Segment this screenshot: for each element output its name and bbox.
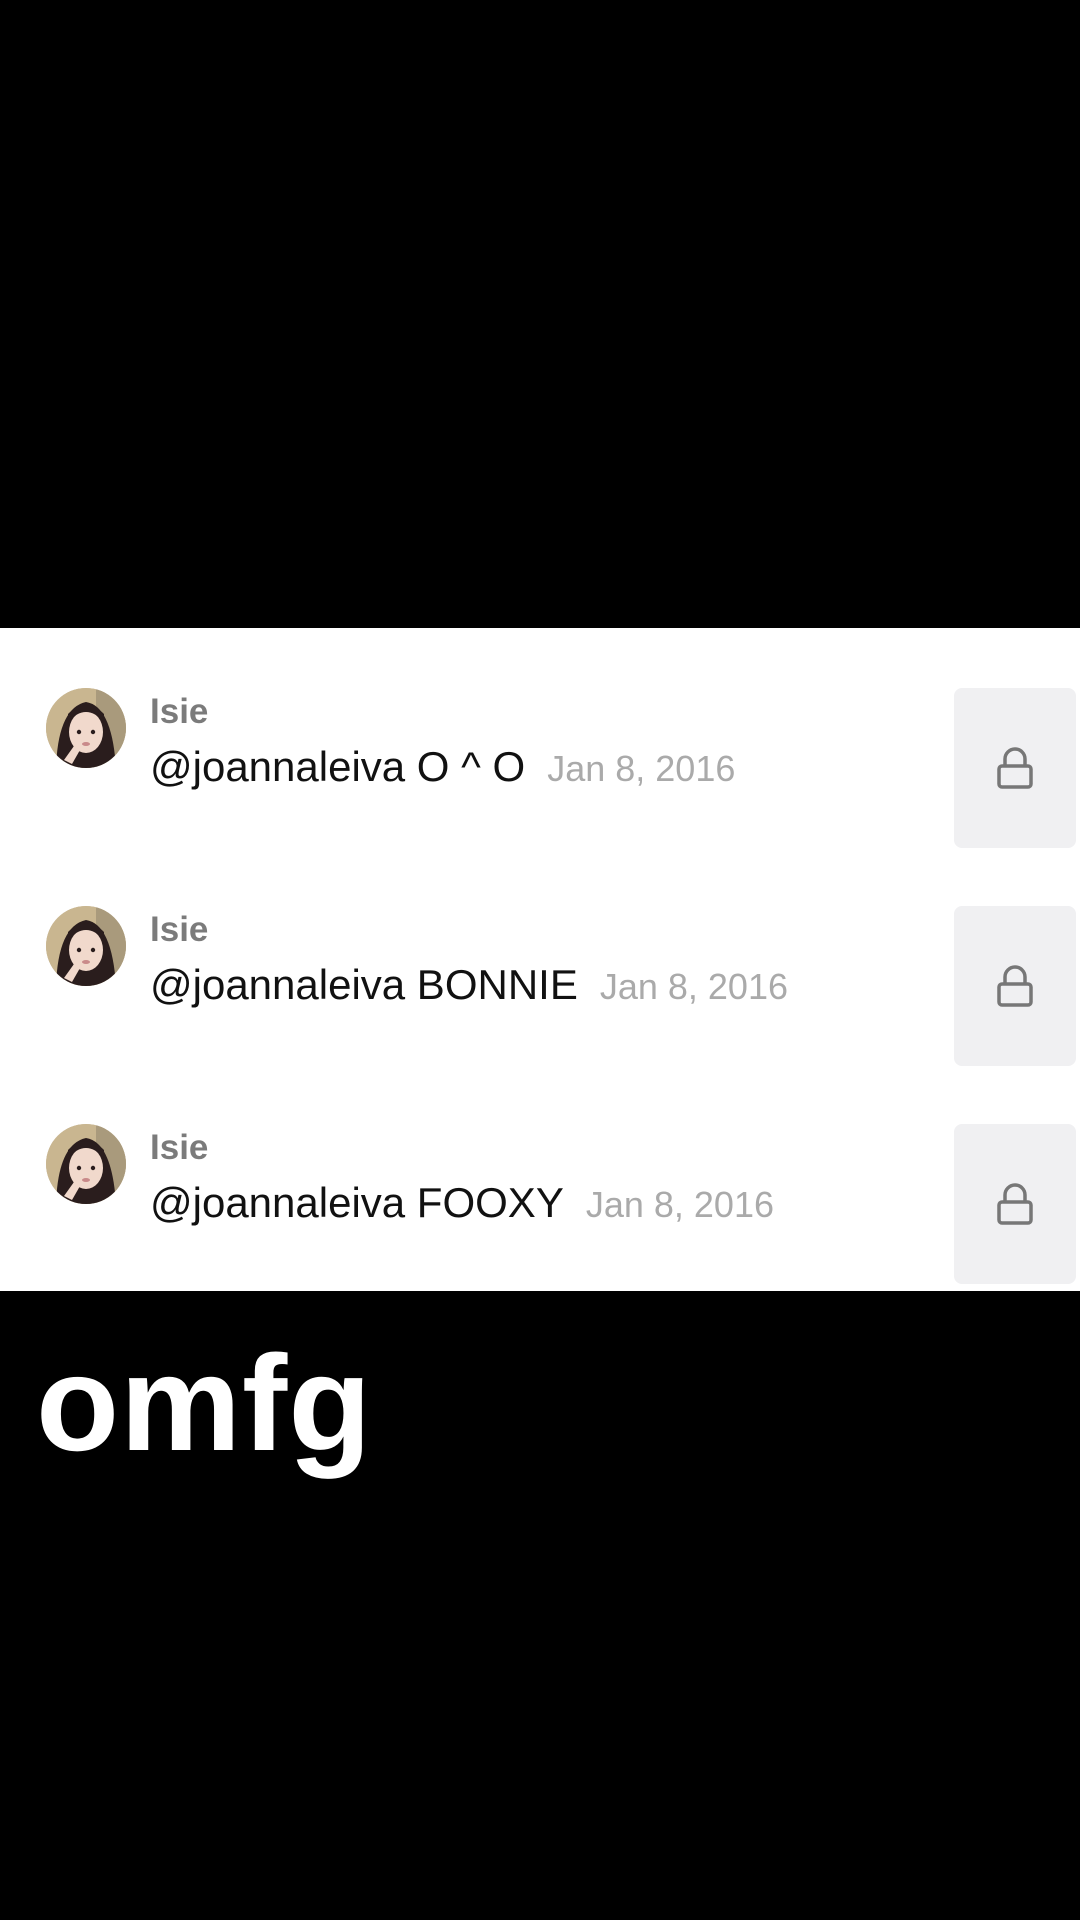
comment-body: @joannaleiva O ^ O Jan 8, 2016 [150, 746, 735, 788]
locked-video-thumbnail[interactable] [954, 688, 1076, 848]
comment-date: Jan 8, 2016 [599, 966, 788, 1007]
comment-text: @joannaleiva O ^ O [150, 743, 526, 790]
user-avatar[interactable] [46, 1124, 126, 1204]
comment-text: @joannaleiva FOOXY [150, 1179, 564, 1226]
comment-date: Jan 8, 2016 [585, 1184, 774, 1225]
lock-icon [997, 965, 1033, 1007]
comment-username[interactable]: Isie [150, 694, 208, 729]
comment-list: Isie @joannaleiva O ^ O Jan 8, 2016 Isie… [0, 628, 1080, 1291]
locked-video-thumbnail[interactable] [954, 1124, 1076, 1284]
comment-item[interactable]: Isie @joannaleiva FOOXY Jan 8, 2016 [0, 1064, 1080, 1284]
comment-body: @joannaleiva BONNIE Jan 8, 2016 [150, 964, 788, 1006]
comment-item[interactable]: Isie @joannaleiva BONNIE Jan 8, 2016 [0, 846, 1080, 1066]
comment-item[interactable]: Isie @joannaleiva O ^ O Jan 8, 2016 [0, 628, 1080, 848]
locked-video-thumbnail[interactable] [954, 906, 1076, 1066]
lock-icon [997, 1183, 1033, 1225]
comment-username[interactable]: Isie [150, 1130, 208, 1165]
user-avatar[interactable] [46, 688, 126, 768]
lock-icon [997, 747, 1033, 789]
comment-date: Jan 8, 2016 [547, 748, 736, 789]
comment-text: @joannaleiva BONNIE [150, 961, 578, 1008]
video-screen: Isie @joannaleiva O ^ O Jan 8, 2016 Isie… [0, 0, 1080, 1920]
comment-username[interactable]: Isie [150, 912, 208, 947]
video-caption: omfg [36, 1327, 373, 1479]
user-avatar[interactable] [46, 906, 126, 986]
comment-body: @joannaleiva FOOXY Jan 8, 2016 [150, 1182, 774, 1224]
